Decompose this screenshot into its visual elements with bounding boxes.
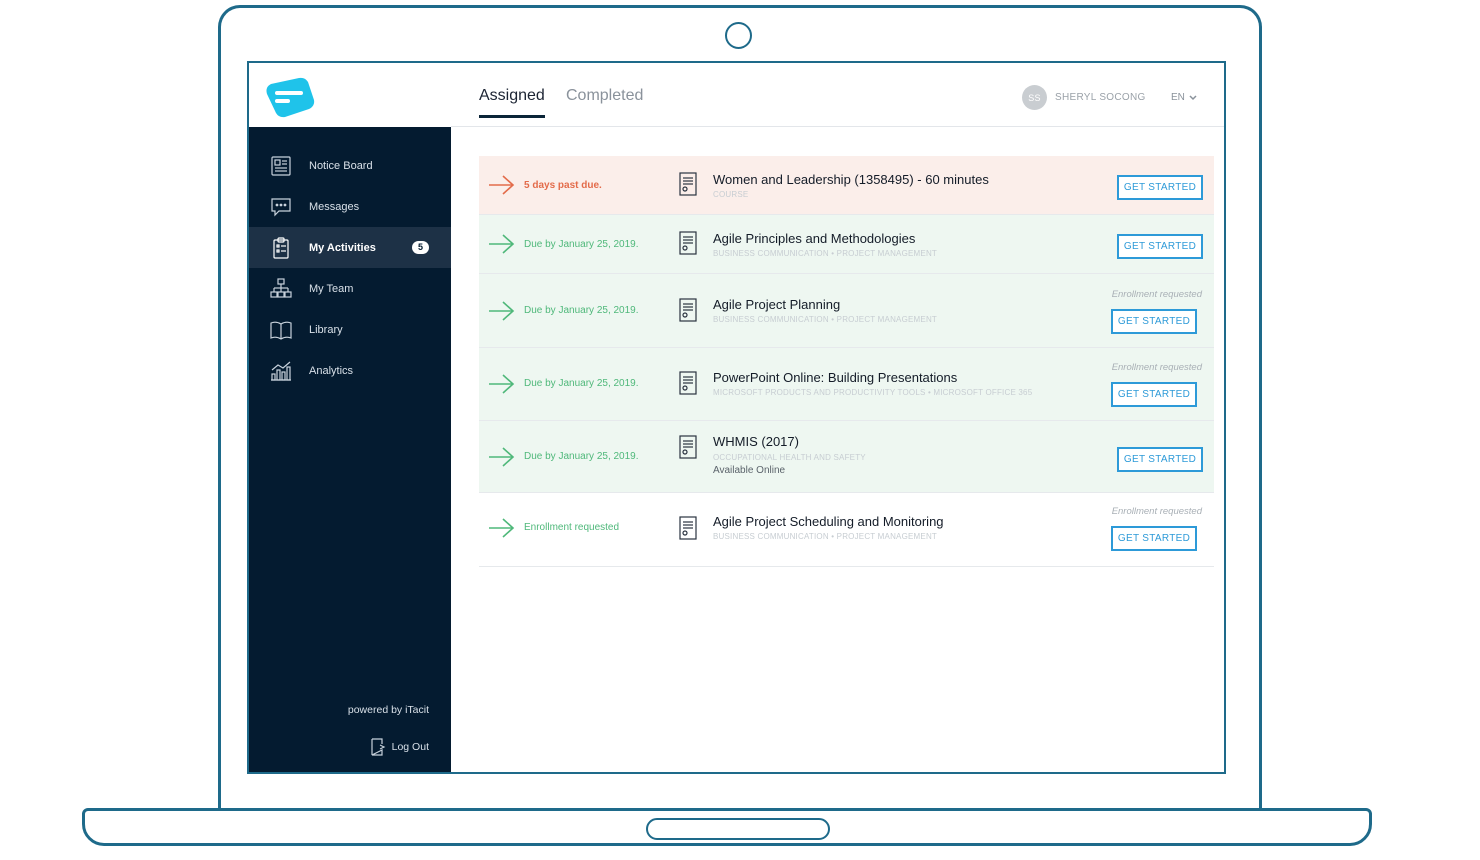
book-icon: [269, 318, 293, 342]
arrow-right-icon: [489, 374, 515, 394]
activity-row: Due by January 25, 2019. PowerPoint Onli…: [479, 348, 1214, 421]
language-label: EN: [1171, 92, 1185, 103]
due-status: 5 days past due.: [524, 180, 602, 191]
arrow-right-icon: [489, 518, 515, 538]
document-icon: [679, 435, 697, 459]
sidebar-item-label: Library: [309, 323, 343, 336]
document-icon: [679, 298, 697, 322]
activity-row: Due by January 25, 2019. Agile Project P…: [479, 274, 1214, 348]
get-started-button[interactable]: GET STARTED: [1117, 447, 1203, 472]
document-icon: [679, 172, 697, 196]
enrollment-note: Enrollment requested: [1111, 289, 1202, 300]
activity-category: COURSE: [713, 190, 749, 199]
user-name: SHERYL SOCONG: [1055, 92, 1146, 103]
arrow-right-icon: [489, 447, 515, 467]
activity-category: BUSINESS COMMUNICATION • PROJECT MANAGEM…: [713, 249, 938, 258]
sidebar-item-notice-board[interactable]: Notice Board: [249, 145, 451, 186]
logout-icon: [371, 738, 385, 756]
activity-row: Due by January 25, 2019. WHMIS (2017) OC…: [479, 421, 1214, 493]
document-icon: [679, 231, 697, 255]
sidebar-item-label: My Activities: [309, 241, 376, 254]
chevron-down-icon: [1189, 94, 1197, 100]
sidebar-item-analytics[interactable]: Analytics: [249, 350, 451, 391]
activity-title[interactable]: PowerPoint Online: Building Presentation…: [713, 370, 957, 385]
document-icon: [679, 371, 697, 395]
app-logo-icon[interactable]: [265, 76, 315, 118]
notice-board-icon: [269, 154, 293, 178]
app-screen: Notice Board Messages My Activities 5 My…: [247, 61, 1226, 774]
due-status: Due by January 25, 2019.: [524, 451, 639, 462]
tab-assigned[interactable]: Assigned: [479, 87, 545, 118]
sidebar-item-my-activities[interactable]: My Activities 5: [249, 227, 451, 268]
due-status: Due by January 25, 2019.: [524, 239, 639, 250]
logout-button[interactable]: Log Out: [370, 738, 429, 756]
activity-list: 5 days past due. Women and Leadership (1…: [479, 156, 1214, 567]
logo-area: [249, 63, 451, 127]
due-status: Due by January 25, 2019.: [524, 305, 639, 316]
activity-title[interactable]: Women and Leadership (1358495) - 60 minu…: [713, 172, 989, 187]
activity-row: 5 days past due. Women and Leadership (1…: [479, 156, 1214, 215]
get-started-button[interactable]: GET STARTED: [1111, 526, 1197, 551]
get-started-button[interactable]: GET STARTED: [1117, 234, 1203, 259]
activity-title[interactable]: Agile Project Planning: [713, 297, 840, 312]
arrow-right-icon: [489, 175, 515, 195]
activity-category: BUSINESS COMMUNICATION • PROJECT MANAGEM…: [713, 315, 938, 324]
activity-category: OCCUPATIONAL HEALTH AND SAFETY: [713, 453, 866, 462]
arrow-right-icon: [489, 301, 515, 321]
sidebar-nav: Notice Board Messages My Activities 5 My…: [249, 145, 451, 391]
sidebar-item-messages[interactable]: Messages: [249, 186, 451, 227]
get-started-button[interactable]: GET STARTED: [1111, 309, 1197, 334]
sidebar-item-my-team[interactable]: My Team: [249, 268, 451, 309]
message-icon: [269, 195, 293, 219]
top-header: Assigned Completed SS SHERYL SOCONG EN: [451, 63, 1224, 127]
analytics-icon: [269, 359, 293, 383]
activity-title[interactable]: Agile Principles and Methodologies: [713, 231, 915, 246]
due-status: Due by January 25, 2019.: [524, 378, 639, 389]
availability-text: Available Online: [713, 465, 786, 476]
camera-icon: [725, 22, 752, 49]
activity-title[interactable]: Agile Project Scheduling and Monitoring: [713, 514, 944, 529]
user-menu[interactable]: SS SHERYL SOCONG: [1022, 85, 1146, 110]
laptop-notch: [646, 818, 830, 840]
sidebar-item-label: Messages: [309, 200, 360, 213]
sidebar-item-library[interactable]: Library: [249, 309, 451, 350]
logout-label: Log Out: [391, 741, 429, 753]
language-selector[interactable]: EN: [1171, 92, 1198, 103]
get-started-button[interactable]: GET STARTED: [1111, 382, 1197, 407]
clipboard-icon: [269, 236, 293, 260]
document-icon: [679, 516, 697, 540]
get-started-button[interactable]: GET STARTED: [1117, 175, 1203, 200]
powered-by-text: powered by iTacit: [347, 704, 429, 716]
enrollment-note: Enrollment requested: [1111, 362, 1202, 373]
due-status: Enrollment requested: [524, 522, 620, 533]
activity-row: Enrollment requested Agile Project Sched…: [479, 493, 1214, 567]
activity-title[interactable]: WHMIS (2017): [713, 434, 799, 449]
activity-row: Due by January 25, 2019. Agile Principle…: [479, 215, 1214, 274]
sidebar-item-label: Notice Board: [309, 159, 373, 172]
avatar: SS: [1022, 85, 1047, 110]
arrow-right-icon: [489, 234, 515, 254]
tab-completed[interactable]: Completed: [566, 87, 643, 115]
activities-count-badge: 5: [412, 241, 429, 254]
sidebar-item-label: Analytics: [309, 364, 354, 377]
activity-category: BUSINESS COMMUNICATION • PROJECT MANAGEM…: [713, 532, 938, 541]
enrollment-note: Enrollment requested: [1111, 506, 1202, 517]
sidebar-item-label: My Team: [309, 282, 354, 295]
activity-category: MICROSOFT PRODUCTS AND PRODUCTIVITY TOOL…: [713, 388, 1033, 397]
sidebar: Notice Board Messages My Activities 5 My…: [249, 127, 451, 772]
org-chart-icon: [269, 277, 293, 301]
